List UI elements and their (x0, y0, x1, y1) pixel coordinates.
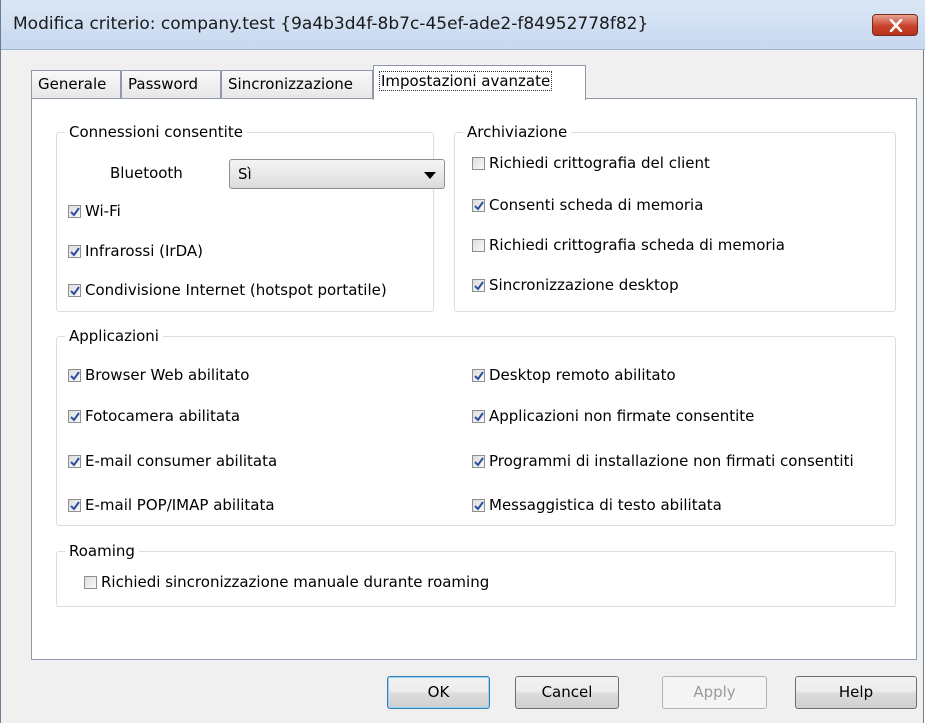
checkmark-icon (474, 371, 484, 381)
checkbox-wifi[interactable]: Wi-Fi (68, 202, 121, 220)
checkbox-box (472, 199, 485, 212)
group-legend: Applicazioni (65, 327, 163, 345)
close-icon (889, 19, 903, 32)
checkmark-icon (70, 457, 80, 467)
checkmark-icon (474, 412, 484, 422)
checkmark-icon (474, 201, 484, 211)
checkbox-email-pop-imap[interactable]: E-mail POP/IMAP abilitata (68, 496, 275, 514)
group-applicazioni: Applicazioni Browser Web abilitato Fotoc… (56, 327, 896, 526)
checkbox-crittografia-scheda-memoria[interactable]: Richiedi crittografia scheda di memoria (472, 236, 785, 254)
checkbox-desktop-remoto[interactable]: Desktop remoto abilitato (472, 366, 676, 384)
checkbox-sincronizzazione-manuale-roaming[interactable]: Richiedi sincronizzazione manuale durant… (84, 573, 489, 591)
checkbox-box (472, 499, 485, 512)
dialog-client-area: Generale Password Sincronizzazione Impos… (1, 50, 923, 723)
checkmark-icon (70, 207, 80, 217)
checkbox-box (472, 279, 485, 292)
checkmark-icon (474, 501, 484, 511)
policy-dialog: Modifica criterio: company.test {9a4b3d4… (0, 0, 925, 723)
checkbox-infrarossi[interactable]: Infrarossi (IrDA) (68, 242, 203, 260)
tab-sincronizzazione[interactable]: Sincronizzazione (221, 70, 373, 99)
checkbox-box (68, 284, 81, 297)
tab-password[interactable]: Password (121, 70, 221, 99)
group-legend: Roaming (65, 542, 139, 560)
checkbox-scheda-memoria[interactable]: Consenti scheda di memoria (472, 196, 703, 214)
checkbox-fotocamera[interactable]: Fotocamera abilitata (68, 407, 240, 425)
ok-button[interactable]: OK (387, 676, 490, 709)
checkbox-box (472, 410, 485, 423)
checkbox-sincronizzazione-desktop[interactable]: Sincronizzazione desktop (472, 276, 679, 294)
checkmark-icon (474, 457, 484, 467)
checkbox-applicazioni-non-firmate[interactable]: Applicazioni non firmate consentite (472, 407, 754, 425)
cancel-button[interactable]: Cancel (515, 676, 619, 709)
group-legend: Archiviazione (463, 123, 572, 141)
checkbox-email-consumer[interactable]: E-mail consumer abilitata (68, 452, 277, 470)
checkbox-box (84, 576, 97, 589)
checkmark-icon (474, 281, 484, 291)
checkmark-icon (70, 286, 80, 296)
title-bar[interactable]: Modifica criterio: company.test {9a4b3d4… (1, 0, 925, 50)
checkbox-box (472, 239, 485, 252)
group-archiviazione: Archiviazione Richiedi crittografia del … (454, 123, 896, 312)
checkmark-icon (70, 371, 80, 381)
checkmark-icon (70, 412, 80, 422)
checkbox-box (472, 369, 485, 382)
group-roaming: Roaming Richiedi sincronizzazione manual… (56, 542, 896, 607)
group-legend: Connessioni consentite (65, 123, 247, 141)
tab-generale[interactable]: Generale (31, 70, 121, 99)
checkmark-icon (70, 247, 80, 257)
tab-impostazioni-avanzate[interactable]: Impostazioni avanzate (373, 65, 586, 100)
bluetooth-selected-value: Sì (238, 165, 252, 183)
checkbox-crittografia-client[interactable]: Richiedi crittografia del client (472, 154, 710, 172)
checkbox-box (68, 455, 81, 468)
checkbox-browser-web[interactable]: Browser Web abilitato (68, 366, 249, 384)
checkbox-box (68, 205, 81, 218)
tab-panel-impostazioni-avanzate: Connessioni consentite Bluetooth Sì Wi-F… (31, 98, 917, 660)
group-connessioni-consentite: Connessioni consentite Bluetooth Sì Wi-F… (56, 123, 445, 312)
help-button[interactable]: Help (795, 676, 917, 709)
checkbox-box (472, 455, 485, 468)
apply-button[interactable]: Apply (662, 676, 767, 709)
dropdown-arrow-icon (424, 172, 436, 179)
checkmark-icon (70, 501, 80, 511)
window-title: Modifica criterio: company.test {9a4b3d4… (13, 14, 649, 34)
bluetooth-select[interactable]: Sì (229, 159, 445, 189)
checkbox-messaggistica-testo[interactable]: Messaggistica di testo abilitata (472, 496, 722, 514)
checkbox-programmi-installazione[interactable]: Programmi di installazione non firmati c… (472, 452, 854, 470)
close-button[interactable] (872, 14, 918, 36)
checkbox-box (68, 410, 81, 423)
bluetooth-label: Bluetooth (110, 164, 183, 182)
checkbox-box (68, 369, 81, 382)
checkbox-box (472, 157, 485, 170)
checkbox-condivisione-internet[interactable]: Condivisione Internet (hotspot portatile… (68, 281, 387, 299)
checkbox-box (68, 499, 81, 512)
checkbox-box (68, 245, 81, 258)
